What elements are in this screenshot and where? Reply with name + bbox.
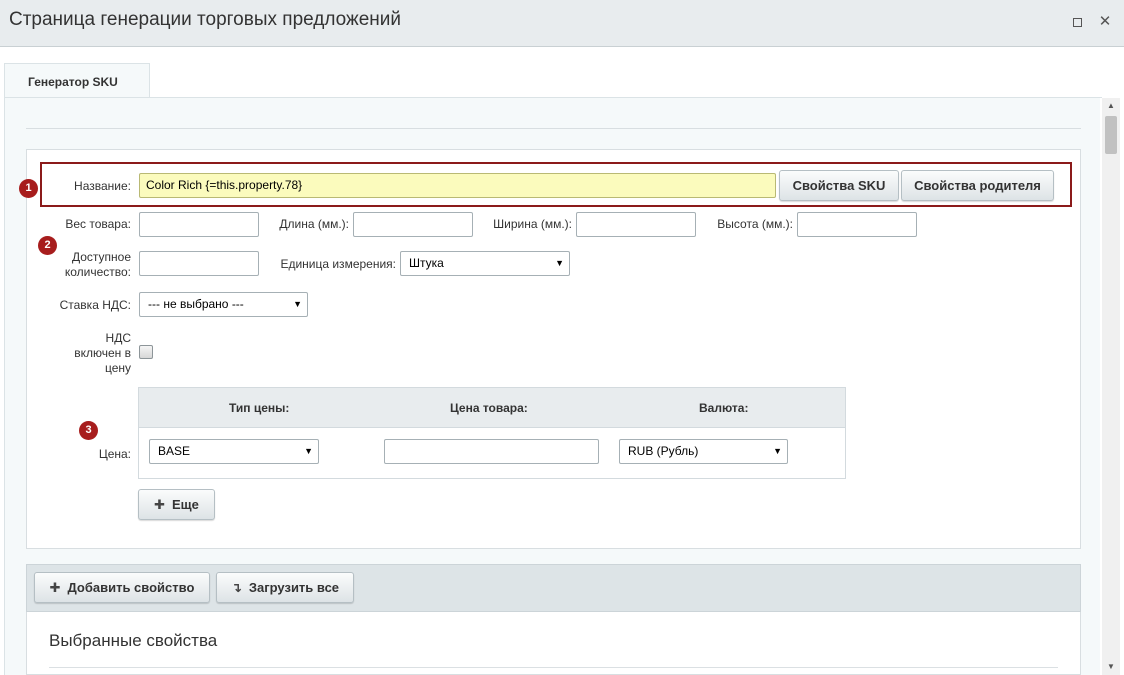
add-property-label: Добавить свойство [67, 580, 195, 595]
vat-rate-select[interactable]: --- не выбрано --- ▼ [139, 292, 308, 317]
add-property-button[interactable]: ✚ Добавить свойство [34, 572, 210, 603]
load-arrow-icon: ↴ [230, 580, 242, 595]
price-type-select-value: BASE [158, 444, 191, 458]
chevron-down-icon: ▼ [773, 446, 782, 456]
chevron-down-icon: ▼ [293, 299, 302, 309]
section-divider [26, 128, 1081, 129]
price-label: Цена: [98, 447, 131, 461]
plus-icon: ✚ [154, 497, 166, 512]
window-titlebar: Страница генерации торговых предложений … [0, 0, 1124, 47]
selected-properties-title: Выбранные свойства [49, 631, 218, 650]
quantity-input[interactable] [139, 251, 259, 276]
unit-select-value: Штука [409, 256, 444, 270]
annotation-badge-3: 3 [79, 421, 98, 440]
sku-properties-button[interactable]: Свойства SKU [779, 170, 899, 201]
unit-label: Единица измерения: [280, 257, 396, 271]
add-more-price-label: Еще [172, 497, 199, 512]
scroll-down-icon[interactable]: ▼ [1102, 659, 1120, 675]
vat-included-label-line3: цену [104, 361, 131, 375]
tab-sku-generator[interactable]: Генератор SKU [4, 63, 150, 98]
length-label: Длина (мм.): [279, 217, 349, 231]
name-input[interactable]: Color Rich {=this.property.78} [139, 173, 776, 198]
scroll-up-icon[interactable]: ▲ [1102, 98, 1120, 114]
close-icon[interactable]: ✕ [1097, 14, 1113, 30]
currency-select-value: RUB (Рубль) [628, 444, 699, 458]
price-value-column-header: Цена товара: [450, 401, 528, 415]
height-label: Высота (мм.): [717, 217, 793, 231]
chevron-down-icon: ▼ [304, 446, 313, 456]
width-input[interactable] [576, 212, 696, 237]
width-label: Ширина (мм.): [493, 217, 572, 231]
load-all-label: Загрузить все [248, 580, 340, 595]
currency-column-header: Валюта: [699, 401, 749, 415]
vertical-scrollbar[interactable]: ▲ ▼ [1102, 98, 1120, 675]
annotation-badge-1: 1 [19, 179, 38, 198]
scrollbar-thumb[interactable] [1105, 116, 1117, 154]
load-all-button[interactable]: ↴ Загрузить все [216, 572, 354, 603]
selected-properties-divider [49, 667, 1058, 668]
maximize-icon[interactable] [1069, 14, 1085, 30]
plus-icon: ✚ [49, 580, 61, 595]
unit-select[interactable]: Штука ▼ [400, 251, 570, 276]
annotation-badge-2: 2 [38, 236, 57, 255]
vat-included-checkbox[interactable] [139, 345, 153, 359]
parent-properties-button[interactable]: Свойства родителя [901, 170, 1054, 201]
vat-rate-label: Ставка НДС: [59, 298, 131, 312]
vat-included-label-line2: включен в [74, 346, 131, 360]
add-more-price-button[interactable]: ✚ Еще [138, 489, 215, 520]
price-table-header: Тип цены: Цена товара: Валюта: [139, 388, 845, 428]
name-label: Название: [74, 179, 131, 193]
currency-select[interactable]: RUB (Рубль) ▼ [619, 439, 788, 464]
length-input[interactable] [353, 212, 473, 237]
price-table: Тип цены: Цена товара: Валюта: [138, 387, 846, 479]
quantity-label-line2: количество: [64, 265, 131, 279]
tab-bar: Генератор SKU [0, 47, 1124, 98]
height-input[interactable] [797, 212, 917, 237]
chevron-down-icon: ▼ [555, 258, 564, 268]
vat-included-label-line1: НДС [105, 331, 131, 345]
weight-input[interactable] [139, 212, 259, 237]
window-title: Страница генерации торговых предложений [9, 9, 402, 30]
weight-label: Вес товара: [65, 217, 131, 231]
price-type-select[interactable]: BASE ▼ [149, 439, 319, 464]
price-value-input[interactable] [384, 439, 599, 464]
vat-rate-select-value: --- не выбрано --- [148, 297, 244, 311]
price-type-column-header: Тип цены: [229, 401, 290, 415]
quantity-label-line1: Доступное [71, 250, 131, 264]
